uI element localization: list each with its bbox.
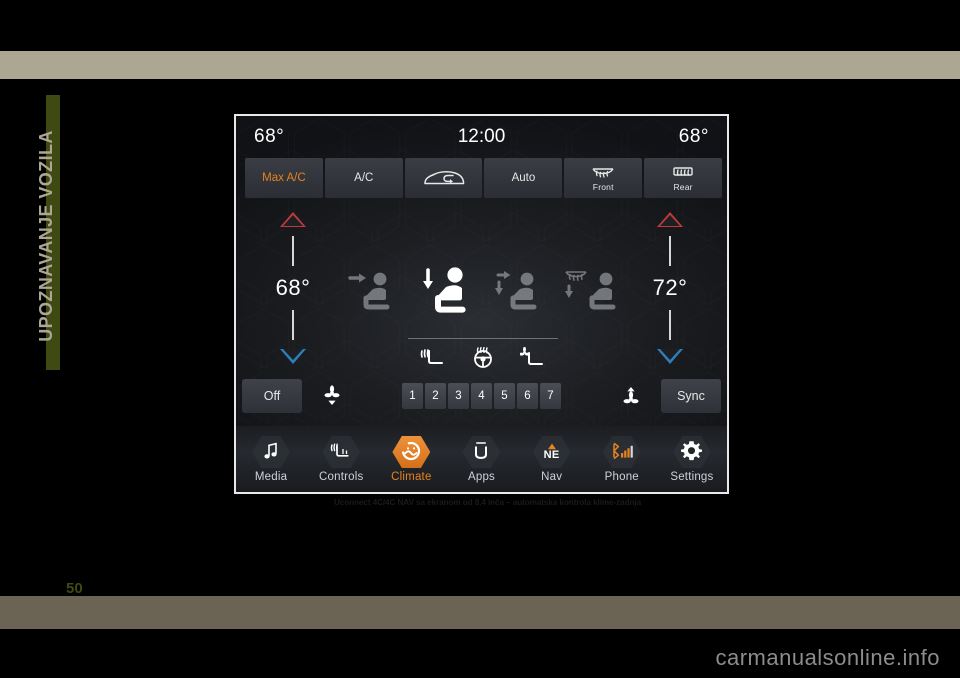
ventilated-seat-icon[interactable] — [518, 346, 546, 374]
comfort-icon-group — [408, 338, 558, 374]
sidebar-section-label: UPOZNAVANJE VOZILA — [36, 130, 56, 342]
top-color-band — [0, 51, 960, 79]
nav-item-nav[interactable]: NE Nav — [517, 426, 587, 492]
nav-item-climate[interactable]: Climate — [376, 426, 446, 492]
defrost-front-icon — [591, 165, 615, 181]
nav-label-apps: Apps — [467, 471, 495, 483]
site-watermark: carmanualsonline.info — [715, 645, 940, 670]
auto-button[interactable]: Auto — [484, 158, 563, 198]
fan-off-label: Off — [263, 389, 281, 403]
max-ac-button[interactable]: Max A/C — [245, 158, 323, 198]
driver-temperature-column: 68° — [248, 212, 338, 364]
nav-label-media: Media — [254, 471, 288, 483]
compass-ne-icon: NE — [544, 443, 560, 461]
driver-temp-decrease-button[interactable] — [280, 349, 306, 364]
passenger-temperature-value: 72° — [652, 275, 688, 300]
nav-label-nav: Nav — [541, 471, 563, 483]
passenger-temperature-column: 72° — [625, 212, 715, 364]
defrost-floor-airflow-icon[interactable] — [562, 265, 626, 320]
fan-control-row: Off 1 2 3 4 5 6 7 Sync — [236, 376, 727, 416]
rear-defrost-button[interactable]: Rear — [644, 158, 722, 198]
floor-airflow-icon[interactable] — [493, 265, 547, 320]
heated-seat-icon[interactable] — [420, 347, 446, 374]
face-airflow-icon[interactable] — [346, 265, 400, 320]
nav-label-settings: Settings — [670, 471, 714, 483]
uconnect-screen: 68° 12:00 68° Max A/C A/C Auto Front Rea… — [234, 114, 729, 494]
nav-item-media[interactable]: Media — [236, 426, 306, 492]
status-right-temperature: 68° — [678, 126, 709, 147]
gear-icon — [681, 440, 703, 464]
climate-top-button-bar: Max A/C A/C Auto Front Rear — [245, 158, 722, 198]
passenger-temp-decrease-button[interactable] — [657, 349, 683, 364]
rear-defrost-label: Rear — [673, 181, 693, 192]
nav-label-phone: Phone — [604, 471, 639, 483]
defrost-rear-icon — [672, 165, 694, 181]
fan-speed-selector: 1 2 3 4 5 6 7 — [402, 383, 561, 409]
fan-increase-icon[interactable] — [622, 385, 640, 407]
nav-item-settings[interactable]: Settings — [657, 426, 727, 492]
heated-steering-wheel-icon[interactable] — [471, 346, 495, 374]
nav-label-climate: Climate — [391, 471, 432, 483]
driver-temp-increase-button[interactable] — [280, 212, 306, 227]
bottom-nav-bar: Media Controls Climate Apps NE Nav Phone… — [236, 426, 727, 492]
controls-icon — [330, 441, 352, 464]
auto-label: Auto — [511, 172, 536, 184]
airflow-mode-row — [346, 256, 626, 328]
recirculation-button[interactable] — [404, 158, 483, 198]
figure-caption: Uconnect 4C/4C NAV sa ekranom od 8,4 inč… — [333, 498, 642, 507]
driver-temperature-value: 68° — [275, 275, 311, 300]
status-clock: 12:00 — [457, 126, 506, 147]
fan-speed-2[interactable]: 2 — [425, 383, 446, 409]
music-note-icon — [263, 442, 279, 463]
sync-button[interactable]: Sync — [661, 379, 721, 413]
page-number: 50 — [66, 580, 83, 597]
climate-icon — [400, 440, 422, 465]
passenger-temp-tick-lower — [669, 310, 671, 340]
ac-button[interactable]: A/C — [324, 158, 403, 198]
fan-speed-6[interactable]: 6 — [517, 383, 538, 409]
fan-off-button[interactable]: Off — [242, 379, 302, 413]
sync-label: Sync — [677, 389, 705, 403]
fan-speed-3[interactable]: 3 — [448, 383, 469, 409]
nav-item-phone[interactable]: Phone — [587, 426, 657, 492]
driver-temp-tick-lower — [292, 310, 294, 340]
face-floor-airflow-icon[interactable] — [415, 262, 477, 323]
driver-temp-tick-upper — [292, 236, 294, 266]
fan-speed-4[interactable]: 4 — [471, 383, 492, 409]
front-defrost-label: Front — [592, 181, 614, 192]
recirculation-car-icon — [422, 168, 466, 188]
fan-speed-5[interactable]: 5 — [494, 383, 515, 409]
nav-item-apps[interactable]: Apps — [446, 426, 516, 492]
front-defrost-button[interactable]: Front — [564, 158, 643, 198]
passenger-temp-tick-upper — [669, 236, 671, 266]
max-ac-label: Max A/C — [262, 172, 306, 184]
bottom-color-band — [0, 596, 960, 629]
status-left-temperature: 68° — [254, 126, 285, 147]
nav-label-controls: Controls — [319, 471, 364, 483]
apps-icon — [472, 441, 490, 464]
status-row: 68° 12:00 68° — [236, 116, 727, 158]
phone-signal-icon — [609, 442, 635, 463]
ac-label: A/C — [354, 172, 374, 184]
passenger-temp-increase-button[interactable] — [657, 212, 683, 227]
fan-speed-1[interactable]: 1 — [402, 383, 423, 409]
fan-speed-7[interactable]: 7 — [540, 383, 561, 409]
fan-decrease-icon[interactable] — [323, 385, 341, 407]
nav-item-controls[interactable]: Controls — [306, 426, 376, 492]
